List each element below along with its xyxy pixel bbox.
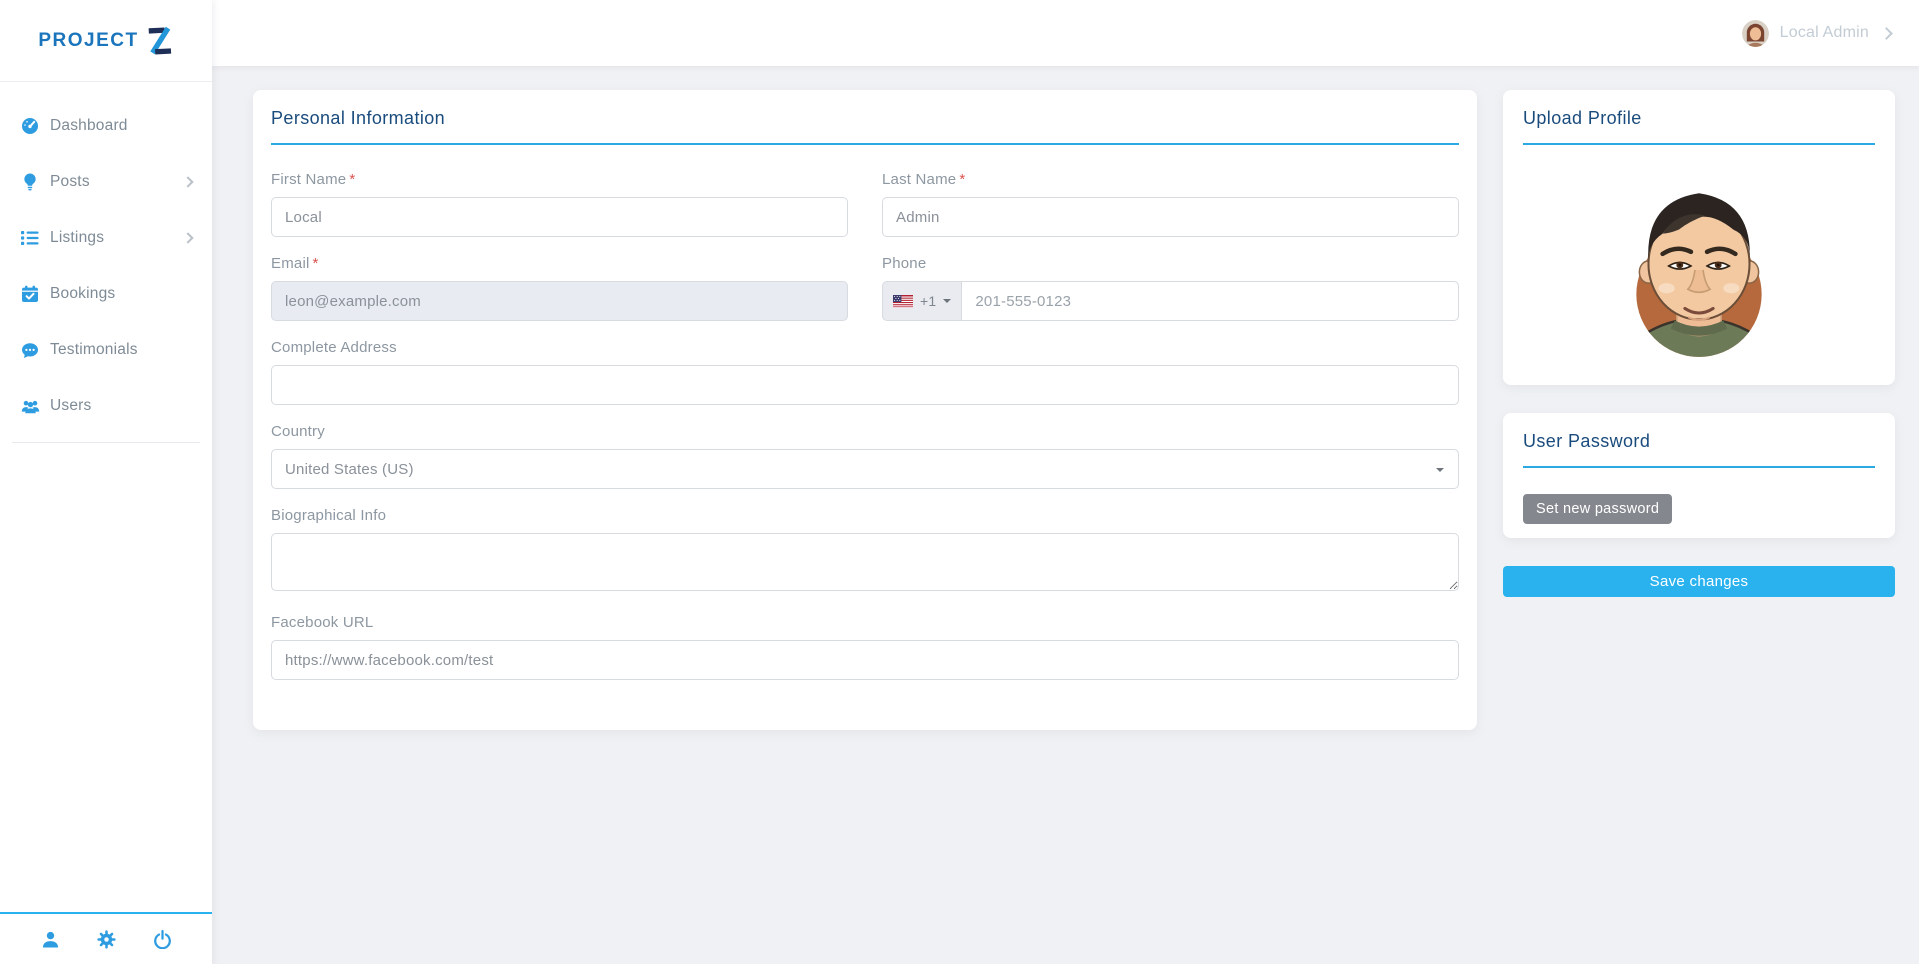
facebook-label: Facebook URL [271, 614, 1459, 631]
sidebar-item-label: Dashboard [50, 117, 196, 135]
comment-dots-icon [20, 341, 40, 359]
last-name-label: Last Name* [882, 171, 1459, 188]
dial-code-dropdown[interactable]: +1 [882, 281, 961, 321]
nav-divider [12, 442, 200, 443]
required-marker: * [313, 255, 319, 272]
sidebar-item-users[interactable]: Users [0, 378, 212, 434]
sidebar-item-dashboard[interactable]: Dashboard [0, 98, 212, 154]
dial-code: +1 [920, 293, 936, 309]
personal-info-title: Personal Information [271, 108, 1459, 129]
bio-label: Biographical Info [271, 507, 1459, 524]
title-underline [1523, 143, 1875, 145]
required-marker: * [349, 171, 355, 188]
first-name-group: First Name* [271, 171, 848, 237]
first-name-label: First Name* [271, 171, 848, 188]
address-input[interactable] [271, 365, 1459, 405]
chevron-right-icon [182, 176, 193, 187]
bio-group: Biographical Info [271, 507, 1459, 596]
sidebar: PROJECT Dashboard Posts [0, 0, 212, 964]
user-name: Local Admin [1780, 24, 1869, 42]
upload-profile-card: Upload Profile [1503, 90, 1895, 385]
sidebar-item-testimonials[interactable]: Testimonials [0, 322, 212, 378]
user-avatar [1742, 20, 1769, 47]
email-label: Email* [271, 255, 848, 272]
profile-photo[interactable] [1523, 171, 1875, 363]
sidebar-item-label: Listings [50, 229, 184, 247]
address-group: Complete Address [271, 339, 1459, 405]
first-name-input[interactable] [271, 197, 848, 237]
phone-input[interactable] [961, 281, 1459, 321]
country-selected-value: United States (US) [285, 461, 414, 478]
us-flag-icon [893, 295, 913, 308]
caret-down-icon [943, 299, 951, 303]
email-group: Email* [271, 255, 848, 321]
brand-z-icon [144, 25, 174, 57]
brand-name: PROJECT [38, 30, 138, 52]
title-underline [1523, 466, 1875, 468]
last-name-input[interactable] [882, 197, 1459, 237]
upload-profile-title: Upload Profile [1523, 108, 1875, 129]
facebook-group: Facebook URL [271, 614, 1459, 680]
main-content: Personal Information First Name* Last Na… [212, 66, 1919, 964]
users-icon [20, 397, 40, 415]
country-group: Country United States (US) [271, 423, 1459, 489]
sidebar-item-listings[interactable]: Listings [0, 210, 212, 266]
user-icon[interactable] [37, 926, 64, 953]
country-select[interactable]: United States (US) [271, 449, 1459, 489]
power-icon[interactable] [149, 926, 176, 953]
topbar: Local Admin [212, 0, 1919, 66]
country-label: Country [271, 423, 1459, 440]
user-password-card: User Password Set new password [1503, 413, 1895, 538]
caret-down-icon [1436, 468, 1444, 472]
phone-label: Phone [882, 255, 1459, 272]
save-changes-button[interactable]: Save changes [1503, 566, 1895, 597]
required-marker: * [959, 171, 965, 188]
email-input[interactable] [271, 281, 848, 321]
right-column: Upload Profile [1503, 90, 1895, 597]
user-menu[interactable]: Local Admin [1742, 20, 1891, 47]
last-name-group: Last Name* [882, 171, 1459, 237]
set-new-password-button[interactable]: Set new password [1523, 494, 1672, 524]
sidebar-item-posts[interactable]: Posts [0, 154, 212, 210]
phone-group: Phone +1 [882, 255, 1459, 321]
user-password-title: User Password [1523, 431, 1875, 452]
list-icon [20, 229, 40, 247]
facebook-input[interactable] [271, 640, 1459, 680]
calendar-check-icon [20, 285, 40, 303]
brand-logo[interactable]: PROJECT [0, 0, 212, 82]
profile-avatar-image [1615, 171, 1783, 363]
sidebar-nav: Dashboard Posts Listings Bookings [0, 82, 212, 443]
sidebar-item-label: Bookings [50, 285, 196, 303]
tachometer-icon [20, 117, 40, 135]
bio-textarea[interactable] [271, 533, 1459, 591]
sidebar-item-label: Users [50, 397, 196, 415]
sidebar-item-bookings[interactable]: Bookings [0, 266, 212, 322]
address-label: Complete Address [271, 339, 1459, 356]
chevron-right-icon [182, 232, 193, 243]
sidebar-item-label: Posts [50, 173, 184, 191]
personal-info-card: Personal Information First Name* Last Na… [253, 90, 1477, 730]
gear-icon[interactable] [93, 926, 120, 953]
sidebar-footer [0, 912, 212, 964]
chevron-right-icon [1880, 27, 1893, 40]
title-underline [271, 143, 1459, 145]
lightbulb-icon [20, 173, 40, 191]
sidebar-item-label: Testimonials [50, 341, 196, 359]
